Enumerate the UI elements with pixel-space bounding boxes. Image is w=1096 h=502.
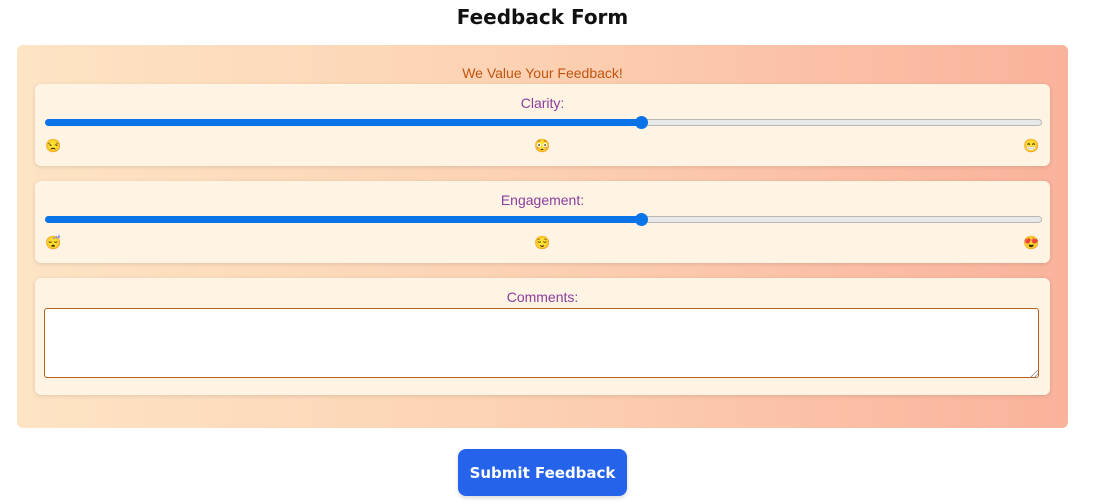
clarity-label: Clarity:	[520, 95, 565, 111]
engagement-slider-thumb[interactable]	[635, 213, 648, 226]
clarity-slider[interactable]	[45, 116, 1042, 129]
clarity-card: Clarity: 😒 😳 😁	[35, 84, 1050, 166]
comments-card: Comments:	[35, 278, 1050, 395]
sleeping-face-icon: 😴	[45, 235, 62, 250]
grinning-face-icon: 😁	[1023, 138, 1040, 153]
form-subtitle: We Value Your Feedback!	[462, 65, 623, 81]
unamused-face-icon: 😒	[45, 138, 62, 153]
flushed-face-icon: 😳	[534, 138, 551, 153]
resize-handle-icon[interactable]	[1030, 370, 1038, 378]
engagement-slider-fill	[45, 216, 642, 223]
heart-eyes-face-icon: 😍	[1023, 235, 1040, 250]
clarity-slider-thumb[interactable]	[635, 116, 648, 129]
feedback-form-panel: We Value Your Feedback! Clarity: 😒 😳 😁 E…	[17, 45, 1068, 428]
page-title: Feedback Form	[456, 5, 629, 29]
comments-textarea[interactable]	[44, 308, 1039, 378]
engagement-label: Engagement:	[500, 192, 585, 208]
submit-feedback-button[interactable]: Submit Feedback	[458, 449, 627, 496]
clarity-slider-fill	[45, 119, 642, 126]
engagement-slider[interactable]	[45, 213, 1042, 226]
engagement-card: Engagement: 😴 😌 😍	[35, 181, 1050, 263]
relieved-face-icon: 😌	[534, 235, 551, 250]
comments-label: Comments:	[506, 289, 579, 305]
